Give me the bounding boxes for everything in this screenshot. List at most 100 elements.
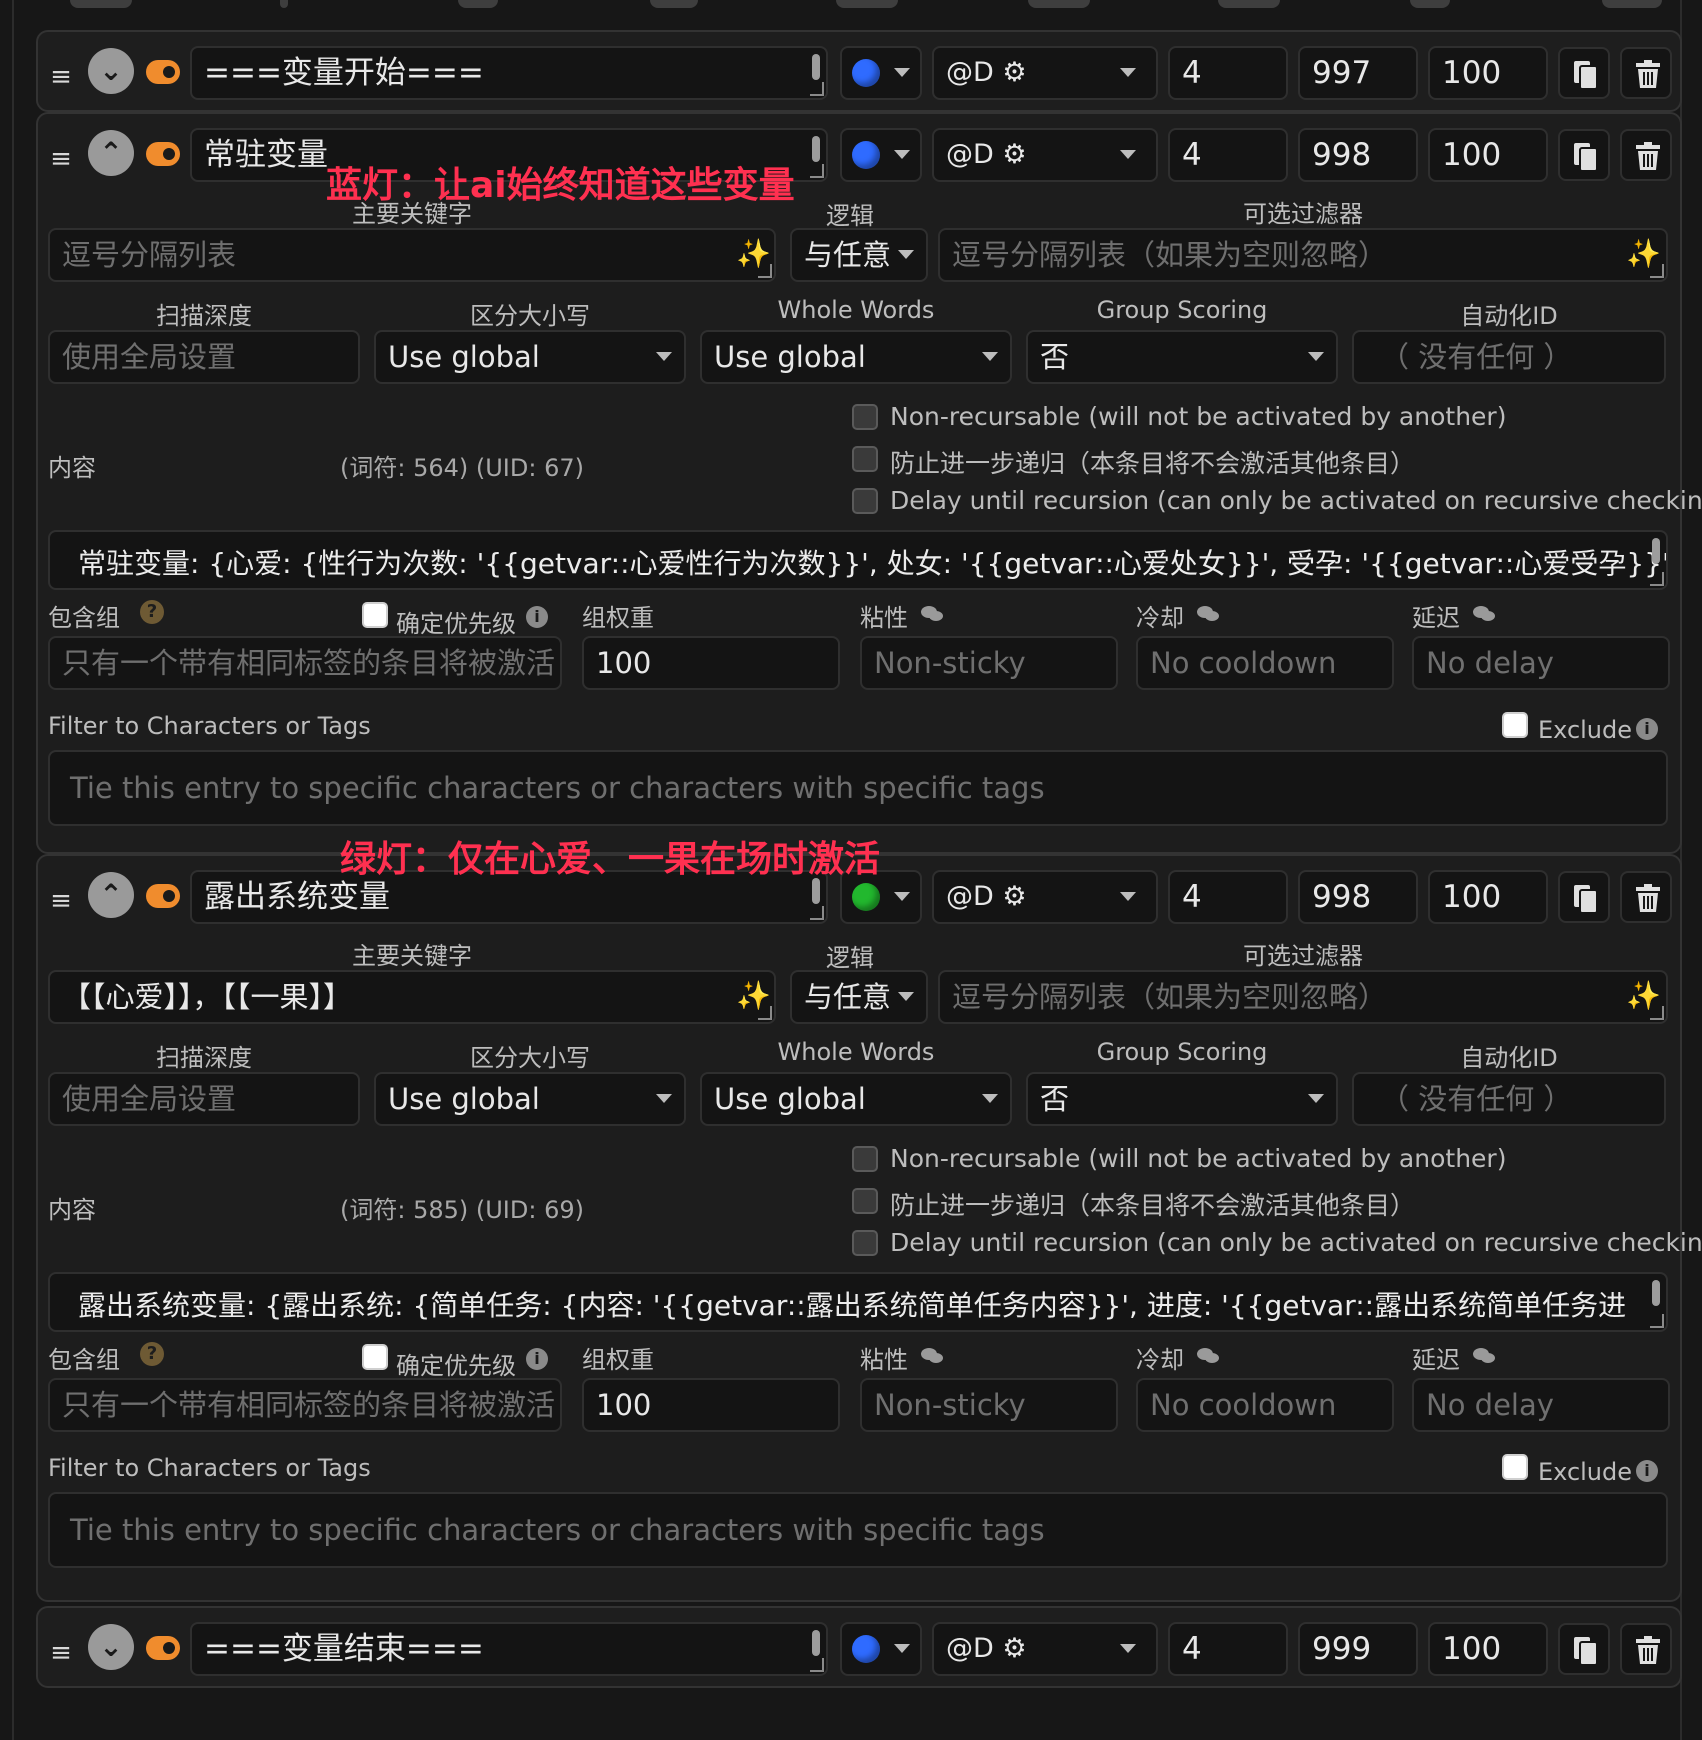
case-sensitive-select[interactable]: Use global <box>374 330 686 384</box>
entry-enabled-toggle[interactable] <box>146 1636 180 1660</box>
whole-words-select[interactable]: Use global <box>700 1072 1012 1126</box>
duplicate-entry-button[interactable] <box>1558 129 1610 181</box>
automation-id-input[interactable]: （ 没有任何 ） <box>1352 330 1666 384</box>
resize-grip-icon[interactable] <box>810 82 824 96</box>
cooldown-input[interactable]: No cooldown <box>1136 1378 1394 1432</box>
primary-keywords-input[interactable]: 逗号分隔列表 ✨ <box>48 228 776 282</box>
resize-grip-icon[interactable] <box>810 1658 824 1672</box>
exclude-checkbox[interactable] <box>1502 1454 1528 1480</box>
prioritize-checkbox[interactable] <box>362 602 388 628</box>
exclude-checkbox[interactable] <box>1502 712 1528 738</box>
inclusion-group-input[interactable]: 只有一个带有相同标签的条目将被激活 <box>48 1378 562 1432</box>
toolbar-icon-stub[interactable] <box>280 0 288 8</box>
case-sensitive-select[interactable]: Use global <box>374 1072 686 1126</box>
logic-select[interactable]: 与任意 <box>790 228 928 282</box>
recursion-checkbox[interactable] <box>852 1230 878 1256</box>
drag-handle-icon[interactable]: ≡ <box>50 1640 72 1666</box>
toolbar-icon-stub[interactable] <box>70 0 132 8</box>
entry-title-input[interactable]: ===变量结束=== <box>190 1622 828 1676</box>
delete-entry-button[interactable] <box>1620 871 1672 923</box>
recursion-checkbox[interactable] <box>852 1188 878 1214</box>
resize-grip-icon[interactable] <box>1650 1314 1664 1328</box>
order-input[interactable]: 999 <box>1298 1622 1418 1676</box>
toolbar-icon-stub[interactable] <box>1410 0 1450 8</box>
depth-input[interactable]: 4 <box>1168 1622 1288 1676</box>
resize-grip-icon[interactable] <box>810 906 824 920</box>
entry-enabled-toggle[interactable] <box>146 60 180 84</box>
duplicate-entry-button[interactable] <box>1558 871 1610 923</box>
group-weight-input[interactable]: 100 <box>582 1378 840 1432</box>
probability-input[interactable]: 100 <box>1428 46 1548 100</box>
chat-bubbles-icon[interactable] <box>920 1346 944 1366</box>
entry-title-input[interactable]: ===变量开始=== <box>190 46 828 100</box>
primary-keywords-input[interactable]: 【【心爱】】，【【一果】】 ✨ <box>48 970 776 1024</box>
expand-chevron-down-icon[interactable]: ⌄ <box>88 48 134 94</box>
toolbar-icon-stub[interactable] <box>836 0 898 8</box>
scrollbar-thumb[interactable] <box>812 54 820 80</box>
delete-entry-button[interactable] <box>1620 1623 1672 1675</box>
scrollbar-thumb[interactable] <box>1652 538 1660 564</box>
drag-handle-icon[interactable]: ≡ <box>50 64 72 90</box>
resize-grip-icon[interactable] <box>810 164 824 178</box>
insertion-position-select[interactable]: @D ⚙ <box>932 128 1158 182</box>
drag-handle-icon[interactable]: ≡ <box>50 888 72 914</box>
group-weight-input[interactable]: 100 <box>582 636 840 690</box>
resize-grip-icon[interactable] <box>1650 572 1664 586</box>
recursion-checkbox[interactable] <box>852 446 878 472</box>
probability-input[interactable]: 100 <box>1428 1622 1548 1676</box>
info-icon[interactable]: i <box>1636 718 1658 740</box>
inclusion-group-input[interactable]: 只有一个带有相同标签的条目将被激活 <box>48 636 562 690</box>
scan-depth-input[interactable]: 使用全局设置 <box>48 330 360 384</box>
toolbar-icon-stub[interactable] <box>1218 0 1280 8</box>
resize-grip-icon[interactable] <box>758 264 772 278</box>
group-scoring-select[interactable]: 否 <box>1026 330 1338 384</box>
depth-input[interactable]: 4 <box>1168 46 1288 100</box>
help-question-icon[interactable]: ? <box>140 1342 164 1366</box>
insertion-position-select[interactable]: @D ⚙ <box>932 870 1158 924</box>
sticky-input[interactable]: Non-sticky <box>860 1378 1118 1432</box>
recursion-checkbox[interactable] <box>852 404 878 430</box>
chat-bubbles-icon[interactable] <box>1196 604 1220 624</box>
resize-grip-icon[interactable] <box>1650 264 1664 278</box>
order-input[interactable]: 998 <box>1298 870 1418 924</box>
duplicate-entry-button[interactable] <box>1558 47 1610 99</box>
optional-filter-input[interactable]: 逗号分隔列表（如果为空则忽略） ✨ <box>938 970 1668 1024</box>
chat-bubbles-icon[interactable] <box>1472 604 1496 624</box>
recursion-checkbox[interactable] <box>852 488 878 514</box>
logic-select[interactable]: 与任意 <box>790 970 928 1024</box>
activation-lamp-select[interactable] <box>840 128 922 182</box>
expand-chevron-down-icon[interactable]: ⌄ <box>88 1624 134 1670</box>
order-input[interactable]: 998 <box>1298 128 1418 182</box>
toolbar-icon-stub[interactable] <box>650 0 698 8</box>
scrollbar-thumb[interactable] <box>1652 1280 1660 1306</box>
depth-input[interactable]: 4 <box>1168 870 1288 924</box>
entry-enabled-toggle[interactable] <box>146 142 180 166</box>
delay-input[interactable]: No delay <box>1412 1378 1670 1432</box>
info-icon[interactable]: i <box>526 606 548 628</box>
toolbar-icon-stub[interactable] <box>1602 0 1662 8</box>
depth-input[interactable]: 4 <box>1168 128 1288 182</box>
duplicate-entry-button[interactable] <box>1558 1623 1610 1675</box>
content-textarea[interactable]: 常驻变量: {心爱: {性行为次数: '{{getvar::心爱性行为次数}}'… <box>48 530 1668 590</box>
drag-handle-icon[interactable]: ≡ <box>50 146 72 172</box>
delete-entry-button[interactable] <box>1620 47 1672 99</box>
toolbar-icon-stub[interactable] <box>458 0 498 8</box>
chat-bubbles-icon[interactable] <box>920 604 944 624</box>
entry-enabled-toggle[interactable] <box>146 884 180 908</box>
chat-bubbles-icon[interactable] <box>1196 1346 1220 1366</box>
group-scoring-select[interactable]: 否 <box>1026 1072 1338 1126</box>
resize-grip-icon[interactable] <box>1650 1006 1664 1020</box>
order-input[interactable]: 997 <box>1298 46 1418 100</box>
probability-input[interactable]: 100 <box>1428 128 1548 182</box>
optional-filter-input[interactable]: 逗号分隔列表（如果为空则忽略） ✨ <box>938 228 1668 282</box>
resize-grip-icon[interactable] <box>758 1006 772 1020</box>
info-icon[interactable]: i <box>526 1348 548 1370</box>
sticky-input[interactable]: Non-sticky <box>860 636 1118 690</box>
filter-characters-input[interactable]: Tie this entry to specific characters or… <box>48 750 1668 826</box>
collapse-chevron-up-icon[interactable]: ⌃ <box>88 130 134 176</box>
automation-id-input[interactable]: （ 没有任何 ） <box>1352 1072 1666 1126</box>
collapse-chevron-up-icon[interactable]: ⌃ <box>88 872 134 918</box>
filter-characters-input[interactable]: Tie this entry to specific characters or… <box>48 1492 1668 1568</box>
probability-input[interactable]: 100 <box>1428 870 1548 924</box>
delete-entry-button[interactable] <box>1620 129 1672 181</box>
